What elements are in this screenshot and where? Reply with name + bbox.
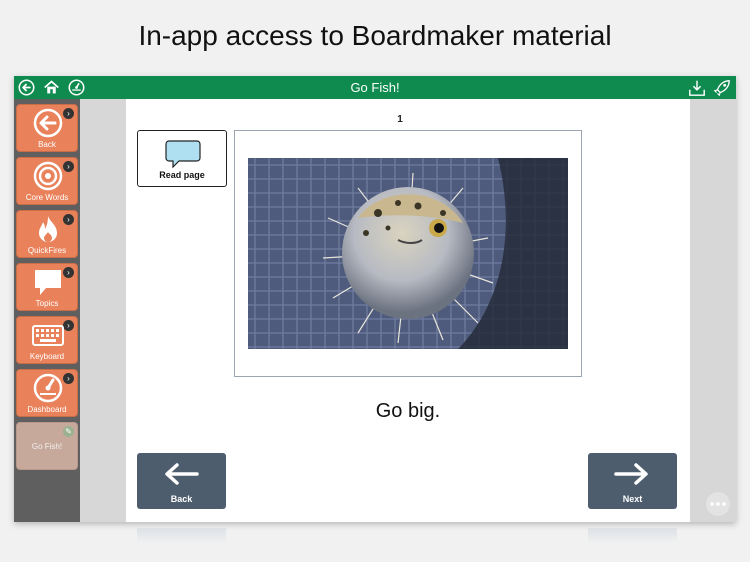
chevron-right-icon: › — [63, 320, 74, 331]
arrow-left-icon — [163, 463, 199, 490]
chevron-right-icon: › — [63, 214, 74, 225]
chevron-right-icon: › — [63, 108, 74, 119]
rocket-icon[interactable] — [712, 78, 731, 97]
left-gutter — [80, 99, 126, 522]
download-icon[interactable] — [687, 78, 706, 97]
read-page-label: Read page — [159, 170, 205, 180]
next-button-reflection — [588, 528, 677, 544]
photo-frame — [234, 130, 582, 377]
sidebar-item-back[interactable]: › Back — [16, 104, 78, 152]
pencil-icon: ✎ — [63, 426, 74, 437]
target-icon — [32, 161, 64, 193]
gauge-icon — [32, 373, 64, 405]
back-button-reflection — [137, 528, 226, 544]
sidebar-item-label: Keyboard — [29, 352, 65, 361]
page-title: Go Fish! — [350, 80, 400, 95]
sidebar-item-label: Back — [38, 140, 56, 149]
next-label: Next — [622, 494, 643, 504]
top-bar: Go Fish! — [14, 76, 736, 99]
sidebar-item-dashboard[interactable]: › Dashboard — [16, 369, 78, 417]
sidebar: › Back › Core Words › QuickFires › Topic… — [14, 99, 80, 522]
chevron-right-icon: › — [63, 161, 74, 172]
arrow-right-icon — [614, 463, 650, 490]
read-page-button[interactable]: Read page — [137, 130, 227, 187]
pufferfish-photo — [248, 158, 568, 349]
flame-icon — [32, 214, 64, 246]
speech-bubble-icon — [32, 267, 64, 299]
next-button[interactable]: Next — [588, 453, 677, 509]
more-options-icon[interactable] — [706, 492, 730, 516]
page-caption: Go big. — [375, 400, 441, 422]
sidebar-item-label: QuickFires — [27, 246, 67, 255]
sidebar-item-core-words[interactable]: › Core Words — [16, 157, 78, 205]
sidebar-item-label: Core Words — [25, 193, 69, 202]
sidebar-item-go-fish[interactable]: ✎ Go Fish! — [16, 422, 78, 470]
back-button[interactable]: Back — [137, 453, 226, 509]
sidebar-item-label: Go Fish! — [31, 442, 63, 451]
chevron-right-icon: › — [63, 373, 74, 384]
keyboard-icon — [32, 320, 64, 352]
circle-arrow-left-icon — [32, 108, 64, 140]
sidebar-item-keyboard[interactable]: › Keyboard — [16, 316, 78, 364]
sidebar-item-label: Dashboard — [27, 405, 67, 414]
page-number: 1 — [397, 114, 403, 125]
sidebar-item-topics[interactable]: › Topics — [16, 263, 78, 311]
sidebar-item-quickfires[interactable]: › QuickFires — [16, 210, 78, 258]
back-label: Back — [170, 494, 193, 504]
headline: In-app access to Boardmaker material — [138, 20, 612, 51]
sidebar-item-label: Topics — [35, 299, 59, 308]
speech-bubble-icon — [165, 140, 201, 173]
chevron-right-icon: › — [63, 267, 74, 278]
right-gutter — [690, 99, 736, 522]
